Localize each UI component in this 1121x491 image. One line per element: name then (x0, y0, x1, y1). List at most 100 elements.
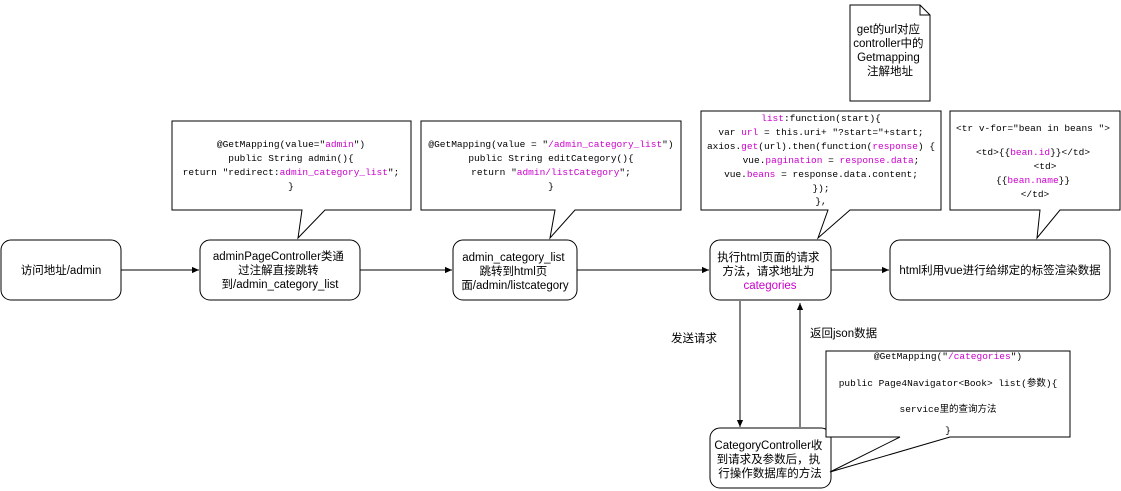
svg-text:public Page4Navigator<Book> li: public Page4Navigator<Book> list(参数){ (839, 377, 1058, 389)
template-bean-name: bean.name (1007, 175, 1059, 186)
callout-vue-list: list:function(start){ var url = this.uri… (700, 110, 942, 240)
vue-list-beans: beans (747, 169, 776, 180)
svg-text:service里的查询方法: service里的查询方法 (900, 403, 997, 415)
flow-diagram: 发送请求 返回json数据 访问地址/admin adminPageContro… (0, 4, 1121, 489)
note-get-url-line2: controller中的 (853, 36, 923, 50)
node-visit-admin: 访问地址/admin (0, 239, 122, 301)
vue-list-line7: }, (815, 196, 826, 207)
note-get-url-line1: get的url对应 (857, 22, 920, 36)
note-get-url-line4: 注解地址 (867, 64, 913, 78)
node-exec-request: 执行html页面的请求 方法，请求地址为 categories (709, 239, 832, 301)
vue-list-vue1: vue. (743, 155, 766, 166)
node-visit-admin-label: 访问地址/admin (21, 263, 102, 277)
vue-list-axios: axios. (707, 141, 741, 152)
callout-template: <tr v-for="bean in beans "> <td>{{bean.i… (949, 110, 1121, 240)
categories-mapping-service: service (900, 404, 940, 415)
node-category-controller-line1: CategoryController收 (714, 438, 823, 452)
template-mustache-open: {{ (996, 175, 1007, 186)
node-admin-category-list: admin_category_list 跳转到html页 面/admin/lis… (452, 239, 578, 301)
svg-text:vue.pagination = response.data: vue.pagination = response.data; (743, 155, 920, 166)
svg-text:axios.get(url).then(function(r: axios.get(url).then(function(response) { (707, 141, 935, 152)
node-category-controller-line3: 行操作数据库的方法 (718, 466, 822, 480)
node-exec-request-line1: 执行html页面的请求 (717, 250, 820, 264)
label-send-request: 发送请求 (671, 331, 717, 345)
template-bean-id: bean.id (1010, 147, 1050, 158)
vue-list-vue2: vue. (724, 169, 747, 180)
node-admin-page-controller-line2: 过注解直接跳转 (238, 263, 319, 277)
admin-mapping-close: ") (354, 139, 365, 150)
svg-text:list:function(start){: list:function(start){ (761, 113, 881, 124)
vue-list-name: list (761, 113, 784, 124)
node-category-controller: CategoryController收 到请求及参数后，执 行操作数据库的方法 (709, 427, 832, 489)
vue-list-open-brace: ) { (918, 141, 935, 152)
list-mapping-return: return " (471, 167, 517, 178)
template-mustache-close: }} (1059, 175, 1070, 186)
template-line3: <td> (1034, 161, 1057, 172)
svg-text:var url = this.uri+ "?start=": var url = this.uri+ "?start="+start; (718, 127, 923, 138)
categories-mapping-method: list(参数){ (998, 377, 1057, 389)
vue-list-response-data: response.data (840, 155, 914, 166)
vue-list-then: (url).then(function( (758, 141, 872, 152)
admin-mapping-redirect-target: admin_category_list (280, 167, 388, 178)
admin-mapping-line4: } (288, 181, 294, 192)
admin-mapping-return: return "redirect: (183, 167, 280, 178)
template-line1: <tr v-for="bean in beans "> (956, 123, 1110, 134)
list-mapping-path: /admin_category_list (548, 139, 662, 150)
template-td-open: <td>{{ (976, 147, 1010, 158)
node-admin-page-controller-line3: 到/admin_category_list (222, 278, 340, 291)
node-render-label: html利用vue进行给绑定的标签渲染数据 (899, 263, 1101, 277)
node-category-controller-line2: 到请求及参数后，执 (717, 452, 821, 466)
vue-list-url-expr: = this.uri+ "?start="+start; (758, 127, 923, 138)
admin-mapping-path: admin (325, 139, 354, 150)
svg-text:vue.beans = response.data.cont: vue.beans = response.data.content; (724, 169, 918, 180)
categories-mapping-return-type: public Page4Navigator<Book> (839, 378, 999, 389)
svg-text:@GetMapping("/categories"): @GetMapping("/categories") (874, 351, 1022, 362)
categories-mapping-annotation: @GetMapping(" (874, 351, 948, 362)
vue-list-signature: :function(start){ (784, 113, 881, 124)
list-mapping-view: admin/listCategory (517, 167, 620, 178)
list-mapping-line2: public String editCategory(){ (468, 153, 633, 164)
list-mapping-annotation: @GetMapping(value = " (428, 139, 548, 150)
node-exec-request-line2: 方法，请求地址为 (722, 264, 814, 278)
categories-mapping-close: ") (1011, 351, 1022, 362)
list-mapping-close: ") (662, 139, 673, 150)
svg-text:CategoryController收 到请求及: CategoryController收 到请求及参数后，执 行操作数据库的方法 (714, 438, 825, 480)
svg-text:@GetMapping(value="admin"): @GetMapping(value="admin") (217, 139, 365, 150)
callout-admin-mapping: @GetMapping(value="admin") public String… (171, 120, 412, 240)
vue-list-assign1: = (822, 155, 839, 166)
admin-mapping-end: "; (388, 167, 399, 178)
svg-text:@GetMapping(value = "/admin_ca: @GetMapping(value = "/admin_category_lis… (428, 139, 673, 150)
template-line5: </td> (1021, 189, 1050, 200)
admin-mapping-line2: public String admin(){ (228, 153, 353, 164)
note-get-url-line3: Getmapping (857, 52, 920, 64)
label-return-json: 返回json数据 (810, 326, 878, 340)
svg-text:<td>{{bean.id}}</td>: <td>{{bean.id}}</td> (976, 147, 1090, 158)
node-admin-category-list-line2: 跳转到html页 (480, 264, 548, 278)
categories-mapping-query: 里的查询方法 (939, 403, 996, 415)
vue-list-semicolon: ; (914, 155, 920, 166)
svg-text:{{bean.name}}: {{bean.name}} (996, 175, 1070, 186)
vue-list-get: get (741, 141, 758, 152)
list-mapping-line4: } (548, 181, 554, 192)
list-mapping-end: "; (619, 167, 630, 178)
template-td-close: }}</td> (1050, 147, 1090, 158)
svg-text:return "admin/listCategory";: return "admin/listCategory"; (471, 167, 631, 178)
node-admin-category-list-line1: admin_category_list (462, 252, 565, 264)
node-admin-category-list-line3: 面/admin/listcategory (461, 280, 569, 292)
note-get-url: get的url对应 controller中的 Getmapping 注解地址 (849, 4, 931, 102)
vue-list-url-var: url (741, 127, 758, 138)
node-render: html利用vue进行给绑定的标签渲染数据 (889, 239, 1111, 301)
node-admin-page-controller-line1: adminPageController类通 (213, 249, 345, 263)
vue-list-response-param: response (872, 141, 918, 152)
node-exec-request-line3: categories (743, 280, 796, 292)
vue-list-assign2: = response.data.content; (775, 169, 918, 180)
callout-categories-mapping: @GetMapping("/categories") public Page4N… (825, 350, 1071, 473)
admin-mapping-annotation: @GetMapping(value=" (217, 139, 325, 150)
vue-list-var: var (718, 127, 741, 138)
node-admin-page-controller: adminPageController类通 过注解直接跳转 到/admin_ca… (199, 239, 361, 301)
categories-mapping-line4: } (945, 425, 951, 436)
svg-text:return "redirect:admin_categor: return "redirect:admin_category_list"; (183, 167, 400, 178)
vue-list-line6: }); (812, 183, 829, 194)
callout-list-mapping: @GetMapping(value = "/admin_category_lis… (420, 120, 682, 240)
vue-list-pagination: pagination (765, 155, 822, 166)
